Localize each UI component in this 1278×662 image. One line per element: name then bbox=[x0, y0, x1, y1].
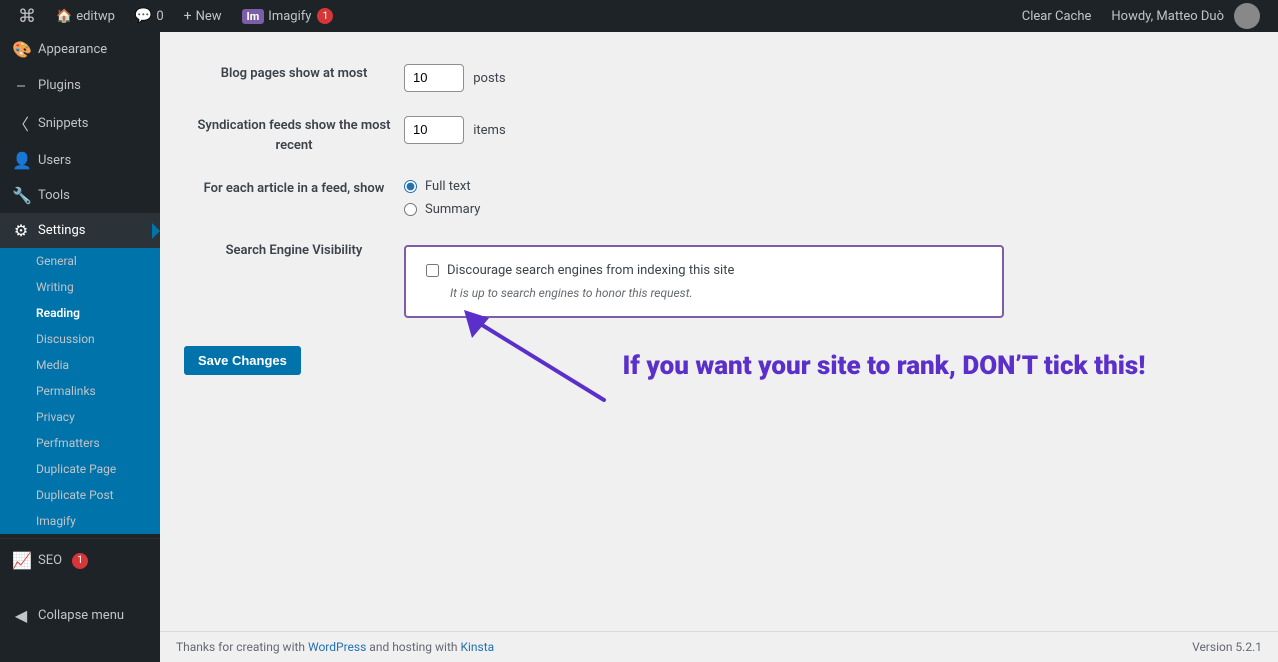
submenu-duplicate-post[interactable]: Duplicate Post bbox=[0, 482, 160, 508]
appearance-icon: 🎨 bbox=[12, 40, 30, 59]
sev-checkbox-row: Discourage search engines from indexing … bbox=[426, 263, 982, 278]
collapse-icon: ◀ bbox=[12, 606, 30, 625]
feed-summary-radio[interactable] bbox=[404, 203, 417, 216]
submenu-permalinks[interactable]: Permalinks bbox=[0, 378, 160, 404]
syndication-input[interactable] bbox=[404, 116, 464, 144]
syndication-suffix: items bbox=[473, 123, 505, 138]
adminbar-site-name[interactable]: 🏠 editwp bbox=[46, 0, 125, 32]
tools-icon: 🔧 bbox=[12, 186, 30, 205]
adminbar-imagify[interactable]: Im Imagify 1 bbox=[232, 0, 344, 32]
plugins-icon: ⎯ bbox=[12, 75, 30, 95]
snippets-icon: 〈 bbox=[12, 111, 30, 135]
submenu-imagify[interactable]: Imagify bbox=[0, 508, 160, 534]
footer-left: Thanks for creating with WordPress and h… bbox=[176, 640, 494, 654]
footer: Thanks for creating with WordPress and h… bbox=[160, 631, 1278, 662]
settings-icon: ⚙ bbox=[12, 221, 30, 240]
submenu-discussion[interactable]: Discussion bbox=[0, 326, 160, 352]
adminbar-howdy[interactable]: Howdy, Matteo Duò bbox=[1101, 0, 1270, 32]
seo-icon: 📈 bbox=[12, 551, 30, 570]
annotation-container: Save Changes If you want your site to ra… bbox=[184, 330, 1254, 375]
footer-hosting-text: and hosting with bbox=[366, 640, 460, 654]
settings-submenu: General Writing Reading Discussion Media… bbox=[0, 248, 160, 534]
save-changes-button[interactable]: Save Changes bbox=[184, 346, 301, 375]
blog-pages-input[interactable] bbox=[404, 64, 464, 92]
adminbar-clear-cache[interactable]: Clear Cache bbox=[1012, 0, 1102, 32]
feed-radio-group: Full text Summary bbox=[404, 179, 1254, 217]
adminbar-wp-logo[interactable]: ⌘ bbox=[8, 0, 46, 32]
feed-article-label: For each article in a feed, show bbox=[184, 167, 404, 229]
blog-pages-row: Blog pages show at most posts bbox=[184, 52, 1254, 104]
feed-full-text-radio[interactable] bbox=[404, 180, 417, 193]
feed-full-text-label: Full text bbox=[425, 179, 471, 194]
seo-badge: 1 bbox=[72, 553, 88, 569]
sev-checkbox-label: Discourage search engines from indexing … bbox=[447, 263, 734, 278]
sev-row: Search Engine Visibility Discourage sear… bbox=[184, 229, 1254, 330]
sev-note: It is up to search engines to honor this… bbox=[450, 286, 982, 300]
settings-form-table: Blog pages show at most posts Syndicatio… bbox=[184, 52, 1254, 330]
syndication-label: Syndication feeds show the most recent bbox=[184, 104, 404, 167]
sev-checkbox[interactable] bbox=[426, 264, 439, 277]
sidebar-item-users[interactable]: 👤 Users bbox=[0, 143, 160, 178]
syndication-row: Syndication feeds show the most recent i… bbox=[184, 104, 1254, 167]
submenu-privacy[interactable]: Privacy bbox=[0, 404, 160, 430]
adminbar-new[interactable]: + New bbox=[174, 0, 232, 32]
sev-label: Search Engine Visibility bbox=[184, 229, 404, 330]
footer-version: Version 5.2.1 bbox=[1192, 640, 1262, 654]
sidebar-item-appearance[interactable]: 🎨 Appearance bbox=[0, 32, 160, 67]
sidebar-item-tools[interactable]: 🔧 Tools bbox=[0, 178, 160, 213]
submenu-perfmatters[interactable]: Perfmatters bbox=[0, 430, 160, 456]
feed-article-row: For each article in a feed, show Full te… bbox=[184, 167, 1254, 229]
submenu-duplicate-page[interactable]: Duplicate Page bbox=[0, 456, 160, 482]
feed-summary-label: Summary bbox=[425, 202, 480, 217]
sidebar-item-plugins[interactable]: ⎯ Plugins bbox=[0, 67, 160, 103]
adminbar-imagify-badge: 1 bbox=[317, 8, 333, 24]
sidebar-item-snippets[interactable]: 〈 Snippets bbox=[0, 103, 160, 143]
settings-arrow bbox=[152, 223, 160, 239]
submenu-reading[interactable]: Reading bbox=[0, 300, 160, 326]
feed-summary-option[interactable]: Summary bbox=[404, 202, 1254, 217]
adminbar-comments[interactable]: 💬 0 bbox=[125, 0, 174, 32]
users-icon: 👤 bbox=[12, 151, 30, 170]
submenu-media[interactable]: Media bbox=[0, 352, 160, 378]
submenu-general[interactable]: General bbox=[0, 248, 160, 274]
menu-separator bbox=[0, 538, 160, 539]
footer-wordpress-link[interactable]: WordPress bbox=[308, 640, 366, 654]
annotation-text: If you want your site to rank, DON’T tic… bbox=[604, 350, 1164, 384]
main-content: Blog pages show at most posts Syndicatio… bbox=[160, 32, 1278, 662]
feed-full-text-option[interactable]: Full text bbox=[404, 179, 1254, 194]
sidebar-item-seo[interactable]: 📈 SEO 1 bbox=[0, 543, 160, 578]
blog-pages-label: Blog pages show at most bbox=[184, 52, 404, 104]
sev-inner: Discourage search engines from indexing … bbox=[426, 263, 982, 300]
sidebar: 🎨 Appearance ⎯ Plugins 〈 Snippets 👤 User… bbox=[0, 32, 160, 662]
blog-pages-suffix: posts bbox=[473, 71, 505, 86]
collapse-menu[interactable]: ◀ Collapse menu bbox=[0, 598, 160, 633]
admin-bar: ⌘ 🏠 editwp 💬 0 + New Im Imagify 1 Clear … bbox=[0, 0, 1278, 32]
submenu-writing[interactable]: Writing bbox=[0, 274, 160, 300]
footer-kinsta-link[interactable]: Kinsta bbox=[460, 640, 494, 654]
footer-thanks-text: Thanks for creating with bbox=[176, 640, 308, 654]
sidebar-item-settings[interactable]: ⚙ Settings bbox=[0, 213, 160, 248]
